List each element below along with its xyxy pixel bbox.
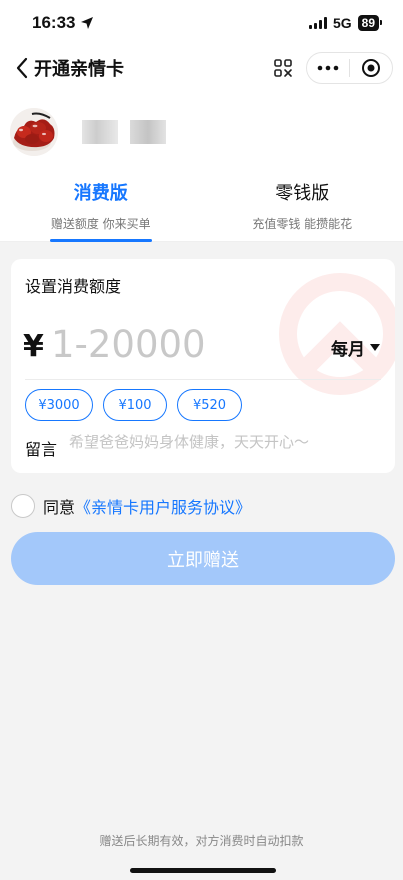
network-type: 5G (332, 15, 352, 31)
card-type-tabs: 消费版 赠送额度 你来买单 零钱版 充值零钱 能攒能花 (0, 174, 403, 242)
quota-card: 设置消费额度 ¥ 每月 ¥3000 ¥100 ¥520 留言 (11, 259, 395, 473)
amount-input[interactable] (51, 323, 291, 366)
home-indicator[interactable] (130, 868, 276, 873)
agreement-checkbox[interactable] (11, 494, 35, 518)
footer-note: 赠送后长期有效，对方消费时自动扣款 (99, 834, 304, 848)
recipient-row (0, 90, 403, 174)
message-label: 留言 (25, 440, 58, 459)
battery-indicator: 89 (357, 15, 383, 31)
page-title: 开通亲情卡 (34, 59, 124, 80)
period-selector[interactable]: 每月 (331, 335, 380, 360)
tab-subtitle: 充值零钱 能攒能花 (252, 217, 353, 231)
avatar (10, 108, 58, 156)
period-label: 每月 (331, 340, 365, 360)
tab-change[interactable]: 零钱版 充值零钱 能攒能花 (202, 174, 403, 241)
quota-title: 设置消费额度 (25, 277, 122, 296)
tab-subtitle: 赠送额度 你来买单 (50, 217, 151, 231)
status-right: 5G 89 (308, 15, 383, 31)
agreement-prefix: 同意 (43, 498, 76, 517)
name-blur-block (82, 120, 118, 144)
amount-chip-520[interactable]: ¥520 (177, 389, 242, 421)
location-arrow-icon (81, 17, 94, 29)
message-input[interactable] (69, 433, 379, 451)
caret-down-icon (370, 344, 380, 351)
recipient-name-blurred (82, 120, 166, 144)
status-time-group: 16:33 (32, 13, 94, 33)
close-miniprogram-button[interactable] (350, 53, 392, 83)
signal-icon (308, 17, 327, 29)
amount-divider (25, 379, 381, 380)
tab-consumption[interactable]: 消费版 赠送额度 你来买单 (0, 174, 202, 241)
back-chevron-icon (16, 57, 28, 79)
jujube-avatar (10, 108, 58, 156)
nav-bar: 开通亲情卡 (0, 46, 403, 90)
status-time: 16:33 (32, 13, 76, 32)
more-dots-icon (317, 65, 339, 71)
more-button[interactable] (307, 53, 349, 83)
quick-amount-chips: ¥3000 ¥100 ¥520 (25, 389, 242, 421)
scan-icon (274, 59, 292, 77)
top-section: 16:33 5G 89 开通亲情卡 消费版 赠送额度 你来买单 零钱版 充值零钱… (0, 0, 403, 242)
amount-chip-3000[interactable]: ¥3000 (25, 389, 93, 421)
target-close-icon (362, 59, 380, 77)
tab-title: 零钱版 (275, 183, 330, 204)
nav-actions (268, 52, 393, 84)
tab-title: 消费版 (73, 183, 128, 204)
scan-button[interactable] (268, 53, 298, 83)
agreement-row: 同意 《亲情卡用户服务协议》 (11, 494, 251, 518)
currency-symbol: ¥ (23, 329, 44, 364)
status-bar: 16:33 5G 89 (0, 0, 403, 46)
agreement-link[interactable]: 《亲情卡用户服务协议》 (75, 494, 251, 518)
amount-chip-100[interactable]: ¥100 (103, 389, 167, 421)
back-button[interactable] (12, 53, 32, 83)
name-blur-block (130, 120, 166, 144)
submit-gift-button[interactable]: 立即赠送 (11, 532, 395, 585)
miniprogram-capsule (306, 52, 393, 84)
